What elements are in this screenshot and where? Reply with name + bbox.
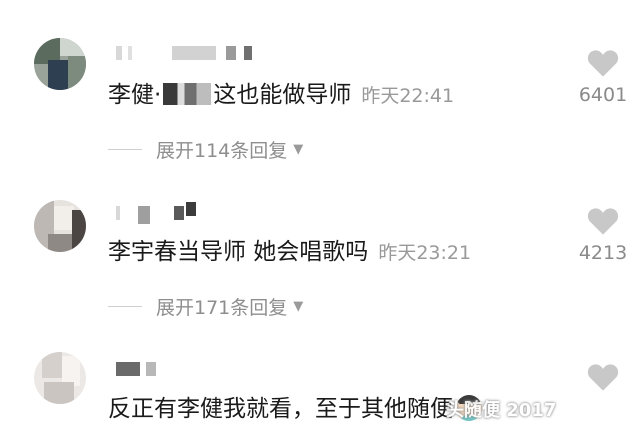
comment-time: 昨天23:21 <box>378 242 472 264</box>
like-count: 6401 <box>578 84 628 106</box>
comment-time: 昨天22:41 <box>361 85 455 107</box>
comment-text: 李宇春当导师 她会唱歌吗 昨天23:21 <box>108 239 472 265</box>
avatar[interactable] <box>34 352 86 404</box>
divider <box>108 305 142 307</box>
comment-text: 李健· 这也能做导师 昨天22:41 <box>108 82 455 108</box>
expand-replies-button[interactable]: 展开114条回复 ▼ <box>108 135 303 163</box>
expand-replies-label: 展开171条回复 <box>156 296 288 319</box>
heart-icon <box>587 364 619 391</box>
chevron-down-icon: ▼ <box>293 298 304 314</box>
like-button[interactable]: 4213 <box>572 206 634 264</box>
censored-word <box>163 83 212 105</box>
avatar[interactable] <box>34 200 86 252</box>
chevron-down-icon: ▼ <box>293 141 304 157</box>
watermark: 头随便 2017 <box>446 400 557 421</box>
heart-icon <box>587 50 619 77</box>
like-button[interactable] <box>572 362 634 392</box>
divider <box>108 148 142 150</box>
expand-replies-button[interactable]: 展开171条回复 ▼ <box>108 292 303 320</box>
expand-replies-label: 展开114条回复 <box>156 139 288 162</box>
like-button[interactable]: 6401 <box>572 48 634 106</box>
heart-icon <box>587 208 619 235</box>
comment-text: 反正有李健我就看，至于其他随便 <box>108 394 482 424</box>
avatar[interactable] <box>34 38 86 90</box>
like-count: 4213 <box>578 242 628 264</box>
